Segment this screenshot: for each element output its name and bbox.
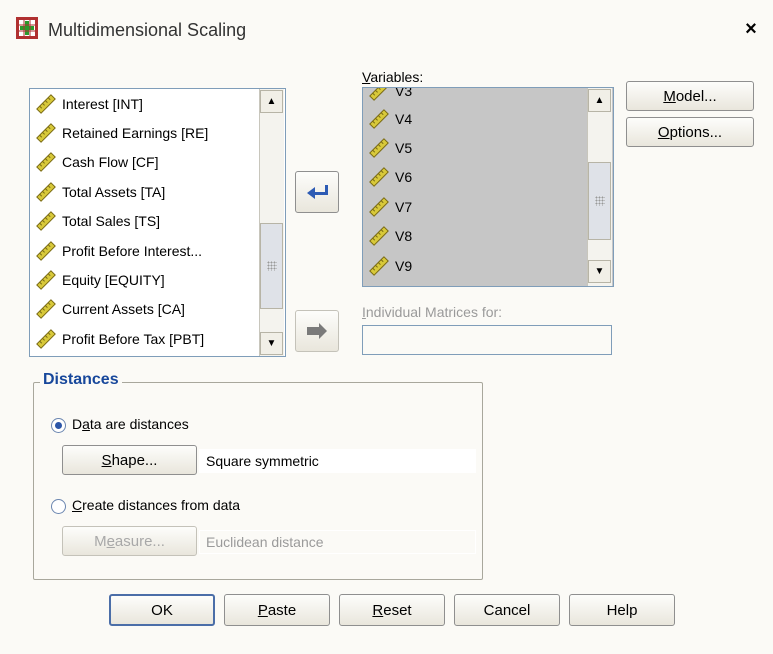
list-item-label: Current Assets [CA]: [62, 301, 185, 318]
cancel-button[interactable]: Cancel: [454, 594, 560, 626]
ruler-scale-icon: [36, 93, 56, 114]
variables-list[interactable]: V3 V4 V5 V6 V7 V8 V9 ▲ ▼: [362, 87, 614, 287]
ruler-scale-icon: [36, 240, 56, 261]
arrow-right-icon: [307, 323, 327, 339]
list-item-label: Equity [EQUITY]: [62, 271, 165, 288]
source-variable-list[interactable]: Interest [INT] Retained Earnings [RE] Cash…: [29, 88, 286, 357]
ruler-scale-icon: [36, 181, 56, 202]
list-item[interactable]: V8: [369, 222, 412, 251]
ruler-scale-icon: [36, 211, 56, 231]
list-item[interactable]: Cash Flow [CF]: [36, 148, 158, 177]
shape-value-field: Square symmetric: [199, 449, 476, 473]
ruler-scale-icon: [36, 122, 56, 143]
list-item[interactable]: V7: [369, 192, 412, 221]
list-item-label: Retained Earnings [RE]: [62, 124, 209, 141]
list-item[interactable]: Current Assets [CA]: [36, 295, 185, 324]
list-item-label: Profit Before Interest...: [62, 242, 203, 259]
ruler-scale-icon: [36, 152, 56, 173]
scroll-thumb[interactable]: [260, 223, 283, 309]
list-item-label: V7: [395, 198, 413, 215]
move-to-individual-matrices-button[interactable]: [295, 310, 339, 352]
list-item-label: V8: [395, 228, 413, 245]
list-item[interactable]: V4: [369, 104, 412, 133]
ruler-scale-icon: [369, 196, 389, 217]
list-item[interactable]: Total Assets [TA]: [36, 177, 165, 206]
move-to-variables-button[interactable]: [295, 171, 339, 213]
help-button[interactable]: Help: [569, 594, 675, 626]
window-title: Multidimensional Scaling: [48, 20, 247, 40]
ruler-scale-icon: [36, 269, 56, 290]
list-item-label: Total Assets [TA]: [62, 183, 166, 200]
measure-value-field: Euclidean distance: [199, 530, 476, 554]
close-button[interactable]: ×: [739, 18, 763, 40]
options-button[interactable]: Options...: [626, 117, 754, 147]
scroll-down-button[interactable]: ▼: [588, 260, 611, 283]
list-item[interactable]: Retained Earnings [RE]: [36, 118, 208, 147]
scroll-thumb[interactable]: [588, 162, 611, 240]
ruler-scale-icon: [369, 226, 389, 246]
list-item[interactable]: V9: [369, 251, 412, 280]
ruler-scale-icon: [369, 137, 389, 158]
list-item-label: V9: [395, 257, 413, 274]
paste-button[interactable]: Paste: [224, 594, 330, 626]
variables-label: Variables:: [362, 69, 424, 85]
list-item-label: V6: [395, 169, 413, 186]
variables-list-scrollbar[interactable]: ▲ ▼: [587, 88, 612, 286]
measure-button[interactable]: Me asure...: [62, 526, 197, 556]
list-item-label: V5: [395, 139, 413, 156]
list-item-label: Cash Flow [CF]: [62, 154, 159, 171]
title-bar: Multidimensional Scaling ×: [0, 0, 773, 56]
ok-button[interactable]: OK: [109, 594, 215, 626]
list-item-label: V4: [395, 110, 413, 127]
model-button[interactable]: Model...: [626, 81, 754, 111]
ruler-scale-icon: [369, 88, 389, 101]
scroll-up-button[interactable]: ▲: [588, 89, 611, 112]
close-icon: ×: [745, 18, 757, 40]
ruler-scale-icon: [369, 108, 389, 129]
list-item[interactable]: Profit Before Interest...: [36, 236, 202, 265]
ruler-scale-icon: [36, 299, 56, 320]
list-item[interactable]: Equity [EQUITY]: [36, 265, 165, 294]
data-are-distances-label[interactable]: Data are distances: [72, 416, 189, 432]
list-item[interactable]: V6: [369, 163, 412, 192]
app-icon: [16, 17, 38, 39]
list-item-label: Profit Before Tax [PBT]: [62, 330, 205, 347]
ruler-scale-icon: [369, 255, 389, 276]
list-item[interactable]: V3: [369, 88, 412, 105]
create-distances-radio[interactable]: [51, 499, 66, 514]
list-item-label: Total Sales [TS]: [62, 213, 161, 230]
scroll-up-button[interactable]: ▲: [260, 90, 283, 113]
data-are-distances-radio[interactable]: [51, 418, 66, 433]
ruler-scale-icon: [369, 167, 389, 188]
ruler-scale-icon: [36, 328, 56, 349]
list-item[interactable]: V5: [369, 133, 412, 162]
arrow-left-icon: [307, 185, 328, 199]
distances-group-title: Distances: [40, 371, 122, 389]
list-item[interactable]: Total Sales [TS]: [36, 207, 160, 236]
reset-button[interactable]: Reset: [339, 594, 445, 626]
list-item-label: Interest [INT]: [62, 95, 143, 112]
list-item[interactable]: Interest [INT]: [36, 89, 143, 118]
create-distances-label[interactable]: Create distances from data: [72, 497, 240, 513]
individual-matrices-field[interactable]: [362, 325, 612, 355]
individual-matrices-label: Individual Matrices for:: [362, 304, 503, 320]
shape-button[interactable]: Shape...: [62, 445, 197, 475]
list-item[interactable]: Profit Before Tax [PBT]: [36, 324, 204, 353]
source-list-scrollbar[interactable]: ▲ ▼: [259, 89, 284, 356]
scroll-down-button[interactable]: ▼: [260, 332, 283, 355]
